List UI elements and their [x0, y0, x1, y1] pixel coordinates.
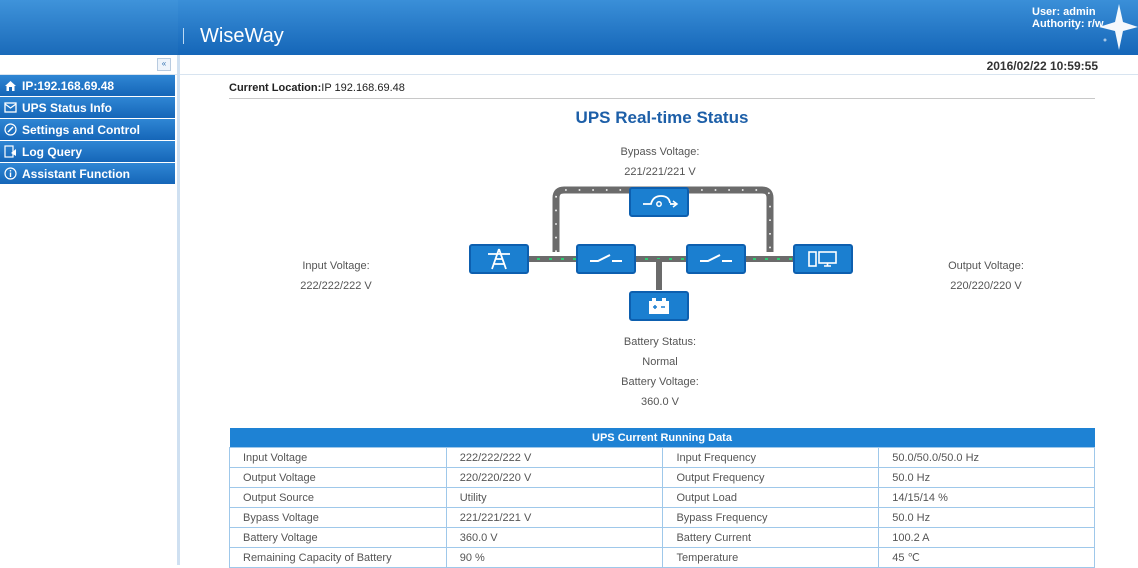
running-data-table: UPS Current Running Data Input Voltage 2…	[229, 428, 1095, 568]
rectifier-switch-icon	[590, 254, 622, 262]
utility-input-tile	[469, 244, 529, 274]
inverter-tile	[686, 244, 746, 274]
output-load-tile	[793, 244, 853, 274]
table-cell: Utility	[445, 487, 664, 508]
table-row: Input Voltage 222/222/222 V Input Freque…	[229, 447, 1095, 468]
bypass-switch-tile	[629, 187, 689, 217]
table-cell: Output Frequency	[662, 467, 880, 488]
table-cell: 50.0 Hz	[878, 507, 1095, 528]
table-row: Battery Voltage 360.0 V Battery Current …	[229, 527, 1095, 548]
table-cell: Output Load	[662, 487, 880, 508]
table-row: Bypass Voltage 221/221/221 V Bypass Freq…	[229, 507, 1095, 528]
table-row: Output Source Utility Output Load 14/15/…	[229, 487, 1095, 508]
table-cell: Bypass Voltage	[229, 507, 447, 528]
table-cell: 50.0 Hz	[878, 467, 1095, 488]
table-cell: 360.0 V	[445, 527, 664, 548]
rectifier-tile	[576, 244, 636, 274]
main-pipe	[525, 256, 800, 290]
battery-icon	[649, 298, 669, 314]
table-cell: Bypass Frequency	[662, 507, 880, 528]
table-cell: Input Voltage	[229, 447, 447, 468]
power-tower-icon	[488, 248, 510, 270]
table-cell: 100.2 A	[878, 527, 1095, 548]
bypass-switch-icon	[643, 195, 679, 208]
table-cell: Output Source	[229, 487, 447, 508]
table-cell: Output Voltage	[229, 467, 447, 488]
running-data-title: UPS Current Running Data	[229, 428, 1095, 448]
table-cell: Battery Current	[662, 527, 880, 548]
table-cell: 221/221/221 V	[445, 507, 664, 528]
table-cell: Battery Voltage	[229, 527, 447, 548]
table-cell: 220/220/220 V	[445, 467, 664, 488]
table-cell: 50.0/50.0/50.0 Hz	[878, 447, 1095, 468]
table-cell: Input Frequency	[662, 447, 880, 468]
table-cell: 222/222/222 V	[445, 447, 664, 468]
computer-icon	[808, 251, 837, 267]
inverter-switch-icon	[700, 254, 732, 262]
battery-tile	[629, 291, 689, 321]
table-cell: 14/15/14 %	[878, 487, 1095, 508]
table-row: Output Voltage 220/220/220 V Output Freq…	[229, 467, 1095, 488]
